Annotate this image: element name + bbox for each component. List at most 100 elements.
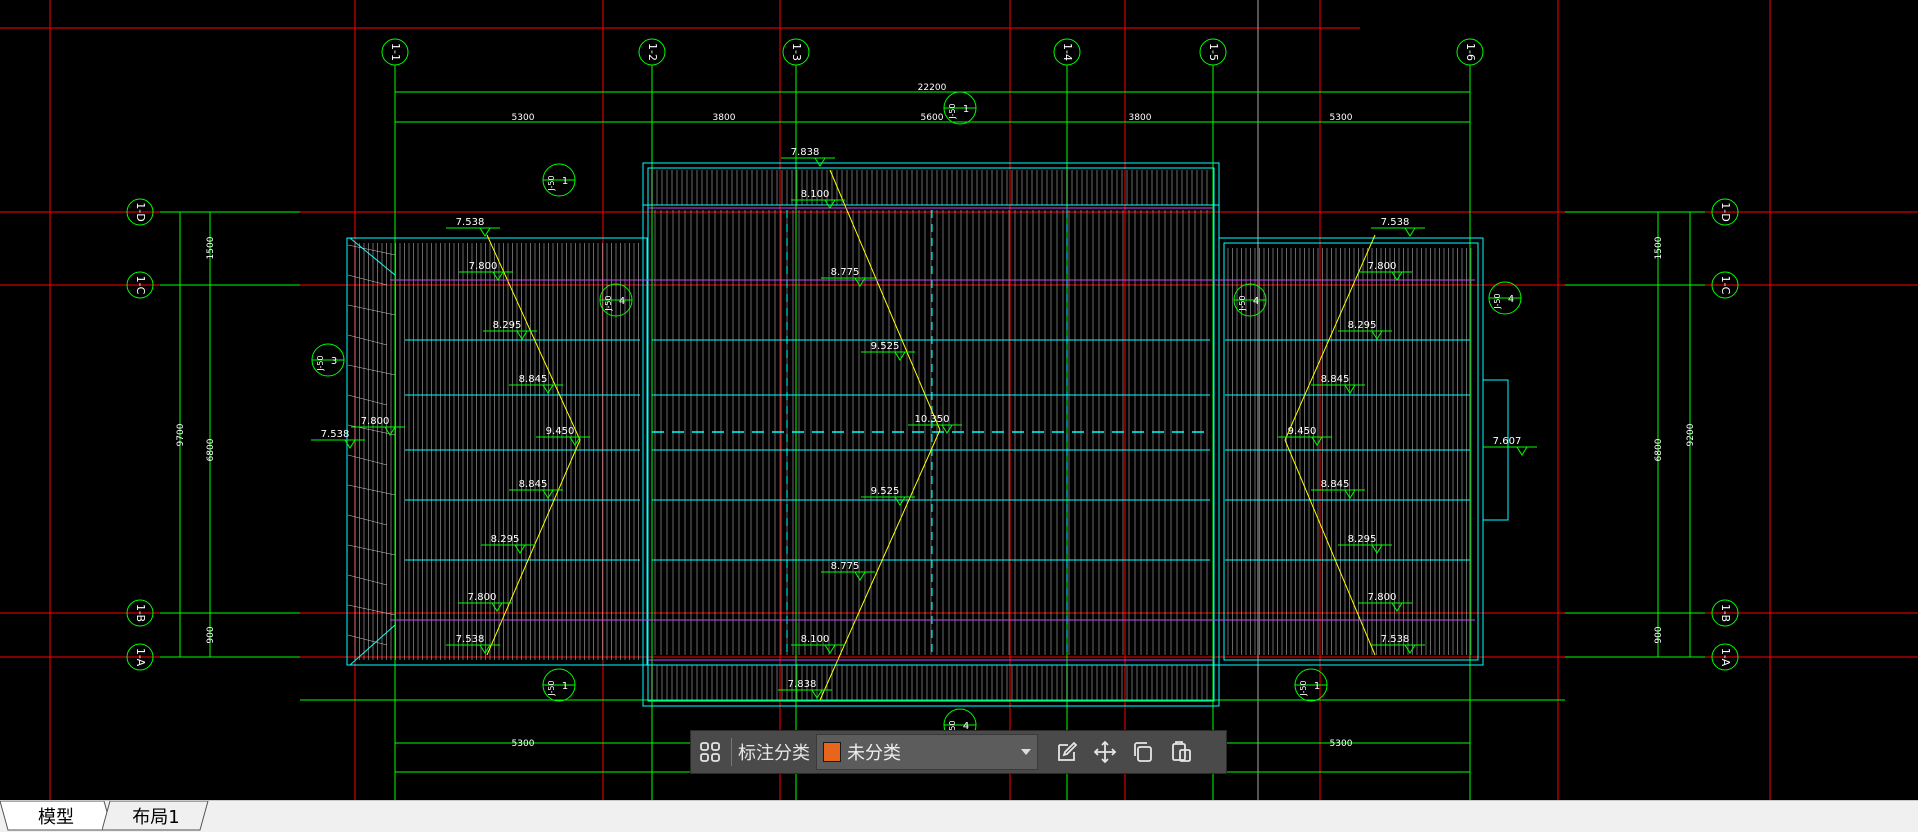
detail-ref-number: 1 <box>1314 681 1320 692</box>
elevation-label: 8.845 <box>519 374 548 385</box>
detail-ref-sheet: J-50 <box>1493 293 1502 309</box>
elevation-label: 7.538 <box>456 634 485 645</box>
detail-ref-number: 1 <box>562 681 568 692</box>
axis-label-left-1-D: 1-D <box>134 202 147 221</box>
roof-outline <box>346 162 1509 707</box>
grid-layout-button[interactable] <box>691 734 729 770</box>
tab-layout1-label: 布局1 <box>132 806 180 828</box>
annotation-toolbar: 标注分类 未分类 <box>690 730 1227 774</box>
detail-ref-number: 4 <box>619 296 625 307</box>
dim-right: 6800 <box>1654 438 1664 461</box>
tab-layout1[interactable]: 布局1 <box>102 801 210 831</box>
dim-right: 900 <box>1654 626 1664 643</box>
elevation-label: 7.538 <box>1381 634 1410 645</box>
chevron-down-icon <box>1021 749 1031 755</box>
elevation-label: 8.295 <box>491 534 520 545</box>
dim-total: 22200 <box>918 83 947 93</box>
axis-label-right-1-C: 1-C <box>1719 276 1732 295</box>
move-icon <box>1093 740 1117 764</box>
detail-ref-sheet: J-50 <box>948 103 957 119</box>
detail-ref-number: 1 <box>963 104 969 115</box>
detail-ref-number: 4 <box>1253 296 1259 307</box>
elevation-label: 9.450 <box>1288 426 1317 437</box>
tab-model[interactable]: 模型 <box>0 801 112 831</box>
elevation-label: 8.295 <box>1348 534 1377 545</box>
axis-label-1-3: 1-3 <box>790 43 803 61</box>
elevation-label: 7.800 <box>469 261 498 272</box>
elevation-label: 8.845 <box>519 479 548 490</box>
edit-button[interactable] <box>1048 734 1086 770</box>
paste-button[interactable] <box>1162 734 1200 770</box>
elevation-label: 9.525 <box>871 486 900 497</box>
detail-ref-sheet: J-50 <box>604 295 613 311</box>
elevation-label: 7.538 <box>321 429 350 440</box>
move-button[interactable] <box>1086 734 1124 770</box>
detail-ref-number: 1 <box>562 176 568 187</box>
elevation-label: 8.295 <box>493 320 522 331</box>
detail-ref-sheet: J-50 <box>547 680 556 696</box>
axis-label-1-5: 1-5 <box>1207 43 1220 61</box>
elevation-label: 7.538 <box>1381 217 1410 228</box>
axis-label-left-1-A: 1-A <box>134 648 147 667</box>
elevation-label: 7.838 <box>791 147 820 158</box>
dim-top-span: 5300 <box>1330 113 1353 123</box>
elevation-label: 8.100 <box>801 189 830 200</box>
red-axis-lines <box>0 0 1918 800</box>
elevation-markers: 10.350 7.838 8.100 8.775 9.525 9.525 8.775 8.10… <box>311 147 1537 699</box>
elevation-label: 7.800 <box>361 416 390 427</box>
dim-bottom-span: 5300 <box>1330 739 1353 749</box>
axis-label-right-1-B: 1-B <box>1719 604 1732 622</box>
elevation-label: 7.800 <box>1368 592 1397 603</box>
dim-left: 1500 <box>206 236 216 259</box>
dim-left: 900 <box>206 626 216 643</box>
category-value: 未分类 <box>847 743 901 764</box>
dim-top-span: 3800 <box>713 113 736 123</box>
edit-icon <box>1058 741 1078 761</box>
axis-label-1-1: 1-1 <box>389 43 402 61</box>
dim-bottom-span: 5300 <box>512 739 535 749</box>
axis-label-1-2: 1-2 <box>646 43 659 61</box>
elevation-label: 8.845 <box>1321 479 1350 490</box>
dim-top-span: 3800 <box>1129 113 1152 123</box>
detail-ref-sheet: J-50 <box>547 175 556 191</box>
dim-top-span: 5300 <box>512 113 535 123</box>
elevation-label: 7.800 <box>468 592 497 603</box>
elevation-label: 7.838 <box>788 679 817 690</box>
annotation-category-dropdown[interactable]: 未分类 <box>816 734 1038 770</box>
detail-ref-sheet: J-50 <box>316 355 325 371</box>
dim-right: 9200 <box>1686 423 1696 446</box>
dim-left: 9700 <box>176 423 186 446</box>
elevation-label: 9.450 <box>546 426 575 437</box>
toolbar-separator <box>731 738 732 766</box>
detail-ref-number: 4 <box>1508 294 1514 305</box>
detail-ref-sheet: J-50 <box>1299 680 1308 696</box>
elevation-label: 8.775 <box>831 561 860 572</box>
dim-right: 1500 <box>1654 236 1664 259</box>
axis-label-right-1-A: 1-A <box>1719 648 1732 667</box>
elevation-label: 9.525 <box>871 341 900 352</box>
elevation-label: 8.295 <box>1348 320 1377 331</box>
elevation-label: 8.100 <box>801 634 830 645</box>
dim-left: 6800 <box>206 438 216 461</box>
axis-label-1-4: 1-4 <box>1061 43 1074 61</box>
axis-label-1-6: 1-6 <box>1464 43 1477 61</box>
copy-icon <box>1134 742 1152 762</box>
elevation-label: 8.775 <box>831 267 860 278</box>
elevation-label: 7.800 <box>1368 261 1397 272</box>
cad-drawing-canvas[interactable]: 1-1 1-2 1-3 1-4 1-5 1-6 1-D 1-C 1-B 1-A 1-D 1-C 1-B 1… <box>0 0 1918 831</box>
elevation-label: 7.607 <box>1493 436 1522 447</box>
axis-label-right-1-D: 1-D <box>1719 202 1732 221</box>
detail-ref-number: 3 <box>331 356 337 367</box>
elevation-label: 8.845 <box>1321 374 1350 385</box>
category-color-swatch <box>823 742 841 762</box>
tab-model-label: 模型 <box>38 806 74 828</box>
axis-label-left-1-B: 1-B <box>134 604 147 622</box>
grid-layout-icon <box>700 742 720 762</box>
annotation-category-label: 标注分类 <box>738 743 810 764</box>
layout-tab-bar: 模型 布局1 <box>0 800 1918 832</box>
elevation-label: 7.538 <box>456 217 485 228</box>
elevation-label: 10.350 <box>915 414 950 425</box>
copy-button[interactable] <box>1124 734 1162 770</box>
detail-ref-sheet: J-50 <box>1238 295 1247 311</box>
axis-label-left-1-C: 1-C <box>134 276 147 295</box>
